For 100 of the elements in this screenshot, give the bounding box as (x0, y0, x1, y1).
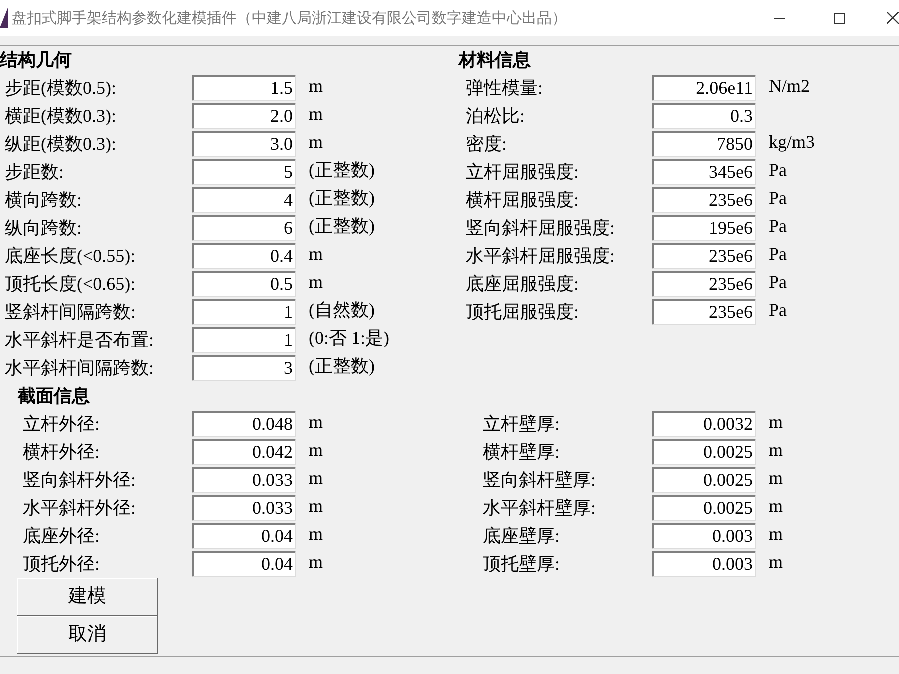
unit-label: (0:否 1:是) (309, 328, 390, 348)
field-label: 横距(模数0.3): (4, 107, 118, 125)
unit-label: Pa (769, 188, 787, 208)
close-icon (887, 12, 899, 24)
input-field[interactable]: 1 (192, 327, 296, 353)
field-label: 立杆壁厚: (482, 415, 562, 433)
unit-label: Pa (769, 272, 787, 292)
unit-label: N/m2 (769, 76, 810, 96)
input-field[interactable]: 0.3 (652, 103, 756, 129)
input-field[interactable]: 235e6 (652, 299, 756, 325)
field-label: 立杆外径: (22, 415, 102, 433)
field-label: 顶托长度(<0.65): (4, 275, 137, 293)
input-field[interactable]: 235e6 (652, 271, 756, 297)
field-label: 纵向跨数: (4, 219, 84, 237)
action-button[interactable]: 取消 (17, 616, 158, 654)
unit-label: m (769, 412, 784, 432)
input-field[interactable]: 0.003 (652, 551, 756, 577)
unit-label: (正整数) (309, 188, 375, 208)
input-field[interactable]: 7850 (652, 131, 756, 157)
input-field[interactable]: 0.4 (192, 243, 296, 269)
input-field[interactable]: 345e6 (652, 159, 756, 185)
input-field[interactable]: 2.0 (192, 103, 296, 129)
input-field[interactable]: 1.5 (192, 75, 296, 101)
field-label: 横杆外径: (22, 443, 102, 461)
unit-label: (正整数) (309, 216, 375, 236)
window-title: 盘扣式脚手架结构参数化建模插件（中建八局浙江建设有限公司数字建造中心出品） (12, 8, 567, 29)
section-heading: 截面信息 (16, 384, 91, 408)
field-label: 顶托屈服强度: (465, 303, 580, 321)
section-heading: 材料信息 (459, 48, 532, 72)
unit-label: (正整数) (309, 160, 375, 180)
input-field[interactable]: 0.04 (192, 551, 296, 577)
input-field[interactable]: 0.048 (192, 411, 296, 437)
unit-label: m (769, 440, 784, 460)
input-field[interactable]: 0.0032 (652, 411, 756, 437)
unit-label: m (769, 496, 784, 516)
input-field[interactable]: 0.042 (192, 439, 296, 465)
unit-label: m (309, 552, 324, 572)
field-label: 竖向斜杆壁厚: (482, 471, 598, 489)
unit-label: m (309, 244, 324, 264)
input-field[interactable]: 6 (192, 215, 296, 241)
unit-label: m (309, 132, 324, 152)
unit-label: m (309, 76, 324, 96)
input-field[interactable]: 0.033 (192, 467, 296, 493)
field-label: 水平斜杆间隔跨数: (4, 359, 156, 377)
section-heading: 结构几何 (0, 48, 73, 72)
field-label: 弹性模量: (465, 79, 544, 97)
input-field[interactable]: 195e6 (652, 215, 756, 241)
maximize-icon (834, 12, 844, 24)
unit-label: Pa (769, 160, 787, 180)
action-button[interactable]: 建模 (17, 578, 158, 616)
unit-label: (自然数) (309, 300, 375, 320)
field-label: 密度: (465, 135, 508, 153)
input-field[interactable]: 0.003 (652, 523, 756, 549)
unit-label: kg/m3 (769, 132, 816, 152)
unit-label: m (309, 104, 324, 124)
unit-label: m (309, 524, 324, 544)
input-field[interactable]: 235e6 (652, 187, 756, 213)
input-field[interactable]: 3.0 (192, 131, 296, 157)
input-field[interactable]: 0.0025 (652, 495, 756, 521)
unit-label: m (769, 552, 784, 572)
unit-label: m (309, 272, 324, 292)
unit-label: Pa (769, 244, 787, 264)
field-label: 水平斜杆壁厚: (482, 499, 598, 517)
field-label: 步距数: (4, 163, 66, 181)
field-label: 立杆屈服强度: (465, 163, 580, 181)
field-label: 纵距(模数0.3): (4, 135, 118, 153)
input-field[interactable]: 235e6 (652, 243, 756, 269)
field-label: 顶托壁厚: (482, 555, 562, 573)
field-label: 顶托外径: (22, 555, 102, 573)
field-label: 横向跨数: (4, 191, 84, 209)
input-field[interactable]: 2.06e11 (652, 75, 756, 101)
input-field[interactable]: 0.0025 (652, 467, 756, 493)
input-field[interactable]: 5 (192, 159, 296, 185)
field-label: 水平斜杆外径: (22, 499, 138, 517)
field-label: 横杆屈服强度: (465, 191, 580, 209)
unit-label: m (309, 412, 324, 432)
unit-label: m (309, 440, 324, 460)
input-field[interactable]: 1 (192, 299, 296, 325)
unit-label: m (769, 524, 784, 544)
unit-label: Pa (769, 216, 787, 236)
input-field[interactable]: 0.0025 (652, 439, 756, 465)
input-field[interactable]: 0.04 (192, 523, 296, 549)
field-label: 步距(模数0.5): (4, 79, 118, 97)
unit-label: m (309, 496, 324, 516)
input-field[interactable]: 0.5 (192, 271, 296, 297)
unit-label: Pa (769, 300, 787, 320)
unit-label: (正整数) (309, 356, 375, 376)
field-label: 底座外径: (22, 527, 102, 545)
field-label: 底座屈服强度: (465, 275, 580, 293)
app-icon (0, 8, 8, 28)
field-label: 横杆壁厚: (482, 443, 562, 461)
input-field[interactable]: 3 (192, 355, 296, 381)
field-label: 水平斜杆屈服强度: (465, 247, 616, 265)
field-label: 竖向斜杆屈服强度: (465, 219, 616, 237)
field-label: 水平斜杆是否布置: (4, 331, 156, 349)
input-field[interactable]: 0.033 (192, 495, 296, 521)
field-label: 竖向斜杆外径: (22, 471, 138, 489)
input-field[interactable]: 4 (192, 187, 296, 213)
unit-label: m (309, 468, 324, 488)
field-label: 底座壁厚: (482, 527, 562, 545)
